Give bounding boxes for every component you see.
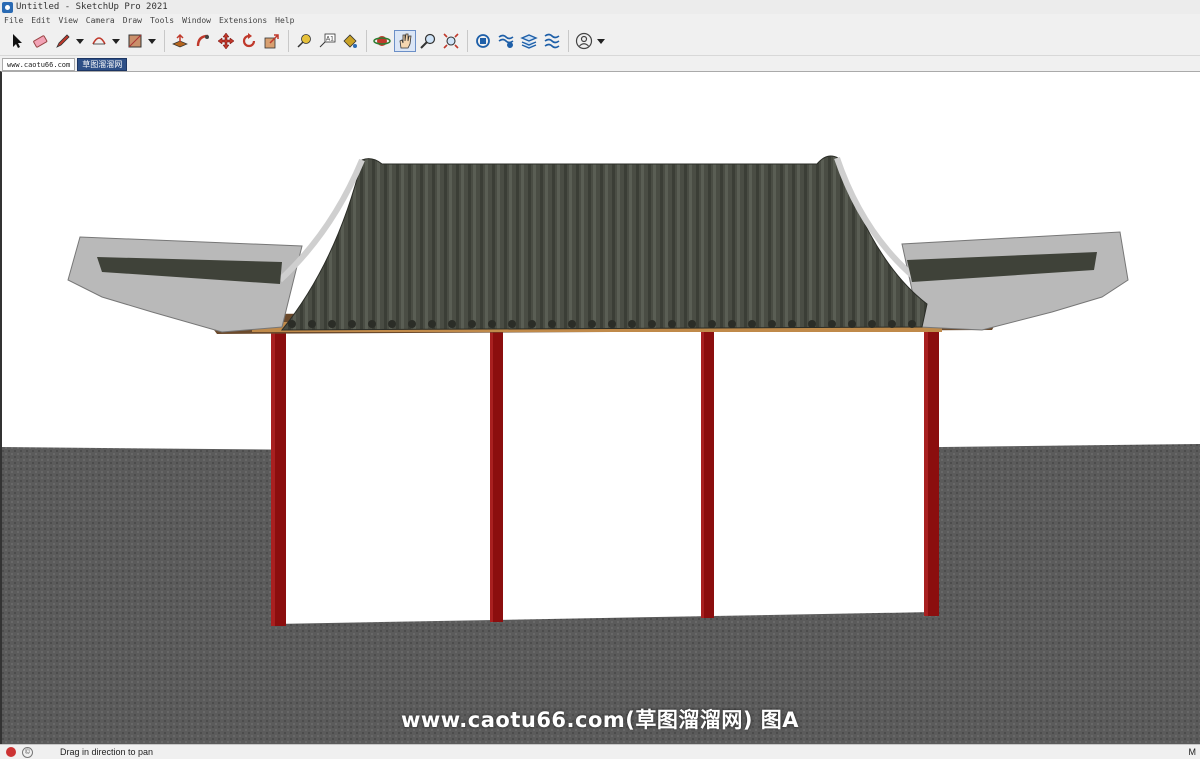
text-tool-icon: A1 — [319, 33, 336, 48]
pan-tool-icon — [399, 33, 412, 49]
follow-me-tool-button[interactable] — [192, 30, 214, 52]
menu-edit[interactable]: Edit — [31, 16, 50, 25]
menu-window[interactable]: Window — [182, 16, 211, 25]
scale-tool-icon — [264, 34, 279, 49]
title-bar: Untitled - SketchUp Pro 2021 — [0, 0, 1200, 14]
scale-tool-button[interactable] — [261, 30, 283, 52]
extension-manager-button[interactable] — [541, 30, 563, 52]
account-icon — [575, 32, 593, 50]
follow-me-tool-icon — [196, 34, 209, 47]
arc-tool-icon — [92, 37, 106, 45]
pencil-dropdown[interactable] — [75, 30, 84, 52]
zoom-tool-icon — [420, 33, 436, 49]
scene-tabs: www.caotu66.com 草图溜溜网 — [0, 56, 1200, 71]
rectangle-tool-icon — [128, 34, 142, 48]
push-pull-tool-button[interactable] — [169, 30, 191, 52]
arc-dropdown[interactable] — [111, 30, 120, 52]
toolbar-separator — [164, 30, 165, 52]
eraser-tool-button[interactable] — [29, 30, 51, 52]
menu-draw[interactable]: Draw — [123, 16, 142, 25]
toolbar-separator — [288, 30, 289, 52]
zoom-extents-tool-button[interactable] — [440, 30, 462, 52]
menu-view[interactable]: View — [59, 16, 78, 25]
zoom-tool-button[interactable] — [417, 30, 439, 52]
toolbar-separator — [366, 30, 367, 52]
select-tool-button[interactable] — [6, 30, 28, 52]
menu-bar: File Edit View Camera Draw Tools Window … — [0, 14, 1200, 27]
pencil-tool-icon — [56, 34, 70, 48]
eraser-tool-icon — [33, 35, 48, 48]
model-viewport[interactable] — [0, 71, 1200, 744]
menu-extensions[interactable]: Extensions — [219, 16, 267, 25]
pencil-tool-button[interactable] — [52, 30, 74, 52]
svg-text:A1: A1 — [326, 36, 334, 43]
paint-bucket-tool-icon — [343, 34, 357, 48]
extension-manager-icon — [544, 33, 560, 49]
tape-measure-tool-icon — [297, 34, 311, 48]
right-wing — [901, 231, 1129, 331]
move-tool-button[interactable] — [215, 30, 237, 52]
select-tool-icon — [13, 34, 22, 48]
text-tool-button[interactable]: A1 — [316, 30, 338, 52]
menu-help[interactable]: Help — [275, 16, 294, 25]
account-dropdown[interactable] — [596, 30, 605, 52]
menu-tools[interactable]: Tools — [150, 16, 174, 25]
warehouse-button[interactable] — [472, 30, 494, 52]
menu-file[interactable]: File — [4, 16, 23, 25]
rectangle-tool-button[interactable] — [124, 30, 146, 52]
toolbar-separator — [568, 30, 569, 52]
credits-icon[interactable]: © — [22, 746, 33, 758]
toolbar-separator — [467, 30, 468, 52]
paint-bucket-tool-button[interactable] — [339, 30, 361, 52]
pan-tool-button[interactable] — [394, 30, 416, 52]
pavilion-model — [2, 155, 1200, 744]
window-title: Untitled - SketchUp Pro 2021 — [16, 2, 168, 12]
orbit-tool-icon — [373, 36, 391, 46]
orbit-tool-button[interactable] — [371, 30, 393, 52]
back-wall — [274, 328, 934, 624]
arc-tool-button[interactable] — [88, 30, 110, 52]
warehouse-icon — [476, 34, 490, 48]
move-tool-icon — [217, 32, 235, 50]
push-pull-tool-icon — [172, 33, 188, 48]
sketchup-app-icon — [2, 1, 13, 13]
layout-button[interactable] — [518, 30, 540, 52]
extension-warehouse-icon — [498, 34, 514, 48]
measurements-label: M — [1188, 747, 1197, 757]
status-bar: © Drag in direction to pan M — [0, 744, 1200, 759]
tape-measure-tool-button[interactable] — [293, 30, 315, 52]
extension-warehouse-button[interactable] — [495, 30, 517, 52]
scene-tab-caotu[interactable]: 草图溜溜网 — [77, 58, 128, 71]
rectangle-dropdown[interactable] — [147, 30, 156, 52]
main-toolbar: A1 — [0, 27, 1200, 56]
menu-camera[interactable]: Camera — [86, 16, 115, 25]
geo-location-icon[interactable] — [6, 747, 16, 757]
account-button[interactable] — [573, 30, 595, 52]
rotate-tool-icon — [242, 33, 256, 48]
layout-icon — [520, 34, 538, 49]
status-hint: Drag in direction to pan — [60, 747, 154, 757]
scene-tab-website[interactable]: www.caotu66.com — [2, 58, 76, 71]
rotate-tool-button[interactable] — [238, 30, 260, 52]
left-wing — [67, 236, 303, 333]
zoom-extents-tool-icon — [443, 33, 459, 49]
main-roof — [280, 155, 928, 331]
watermark-text: www.caotu66.com(草图溜溜网) 图A — [400, 708, 800, 732]
